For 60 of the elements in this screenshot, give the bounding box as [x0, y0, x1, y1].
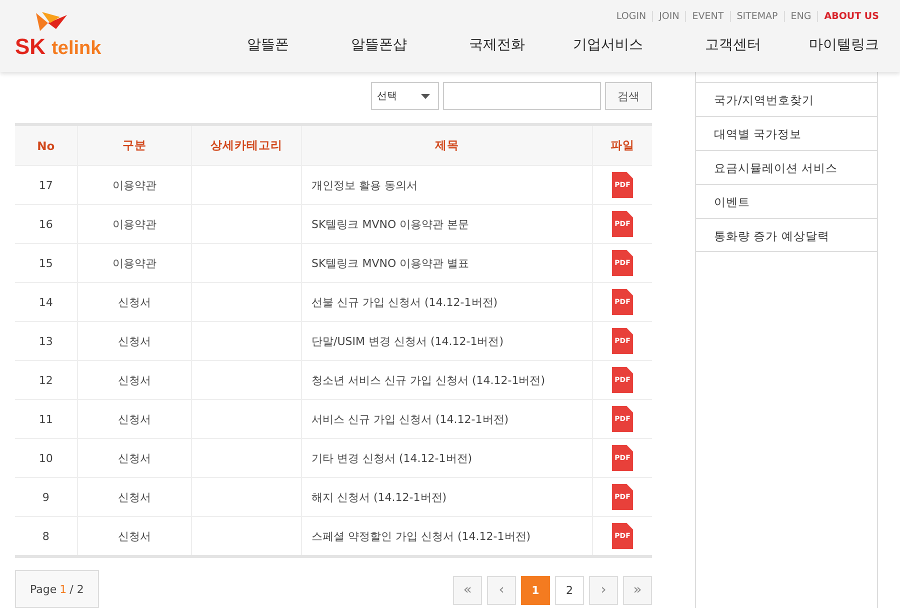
table-cell: 이용약관	[77, 166, 192, 204]
top-link[interactable]: ENG	[784, 11, 818, 22]
sidebar-item[interactable]: 국가/지역번호찾기	[696, 82, 877, 116]
column-header: 제목	[301, 124, 592, 166]
top-link[interactable]: EVENT	[685, 11, 730, 22]
document-title-link[interactable]: SK텔링크 MVNO 이용약관 본문	[301, 204, 592, 244]
sidebar-item[interactable]: 대역별 국가정보	[696, 116, 877, 150]
table-cell: 15	[15, 244, 78, 282]
nav-link[interactable]: 고객센터	[643, 36, 761, 54]
table-cell: 16	[15, 204, 78, 244]
document-title-link[interactable]: 단말/USIM 변경 신청서 (14.12-1버전)	[301, 322, 592, 360]
table-cell: 신청서	[77, 516, 192, 556]
table-cell: 이용약관	[77, 244, 192, 282]
table-cell: 신청서	[77, 438, 192, 478]
search-button[interactable]: 검색	[605, 82, 652, 110]
page-indicator: Page 1 / 2	[15, 570, 99, 608]
document-title-link[interactable]: 개인정보 활용 동의서	[301, 166, 592, 204]
table-cell: 신청서	[77, 282, 192, 322]
document-title-link[interactable]: 해지 신청서 (14.12-1버전)	[301, 478, 592, 516]
nav-link[interactable]: 마이텔링크	[761, 36, 879, 54]
dropdown-caret-icon	[421, 94, 430, 98]
top-link[interactable]: SITEMAP	[730, 11, 784, 22]
table-cell: 신청서	[77, 360, 192, 400]
sidebar-item[interactable]: 통화량 증가 예상달력	[696, 218, 877, 252]
table-cell: 14	[15, 282, 78, 322]
nav-link[interactable]: 알뜰폰샵	[289, 36, 407, 54]
page-button[interactable]: 2	[555, 576, 584, 604]
document-title-link[interactable]: 선불 신규 가입 신청서 (14.12-1버전)	[301, 282, 592, 322]
category-select[interactable]: 선택	[371, 82, 439, 110]
table-cell: 9	[15, 478, 78, 516]
table-cell: 17	[15, 166, 78, 204]
top-link[interactable]: LOGIN	[610, 11, 652, 22]
column-header: 상세카테고리	[192, 124, 302, 166]
search-field[interactable]	[443, 82, 601, 110]
table-cell: 10	[15, 438, 78, 478]
nav-link[interactable]: 기업서비스	[525, 36, 643, 54]
nav-link[interactable]: 알뜰폰	[247, 36, 289, 54]
document-title-link[interactable]: 서비스 신규 가입 신청서 (14.12-1버전)	[301, 400, 592, 438]
document-title-link[interactable]: 기타 변경 신청서 (14.12-1버전)	[301, 438, 592, 478]
table-cell: 12	[15, 360, 78, 400]
table-cell: 이용약관	[77, 204, 192, 244]
document-title-link[interactable]: 청소년 서비스 신규 가입 신청서 (14.12-1버전)	[301, 360, 592, 400]
sidebar-item[interactable]: 이벤트	[696, 184, 877, 218]
table-cell: 신청서	[77, 400, 192, 438]
column-header: No	[15, 124, 78, 166]
top-link[interactable]: JOIN	[652, 11, 686, 22]
nav-link[interactable]: 국제전화	[407, 36, 525, 54]
document-title-link[interactable]: SK텔링크 MVNO 이용약관 별표	[301, 244, 592, 282]
column-header: 파일	[592, 124, 652, 166]
sidebar-item[interactable]: 요금시뮬레이션 서비스	[696, 150, 877, 184]
column-header: 구분	[77, 124, 192, 166]
table-cell: 13	[15, 322, 78, 360]
table-cell: 신청서	[77, 478, 192, 516]
table-cell: 8	[15, 516, 78, 556]
logo-mark[interactable]: SK	[15, 36, 46, 58]
table-cell: 신청서	[77, 322, 192, 360]
butterfly-icon	[34, 11, 68, 33]
table-cell: 11	[15, 400, 78, 438]
document-title-link[interactable]: 스페셜 약정할인 가입 신청서 (14.12-1버전)	[301, 516, 592, 556]
top-link[interactable]: ABOUT US	[817, 11, 879, 22]
